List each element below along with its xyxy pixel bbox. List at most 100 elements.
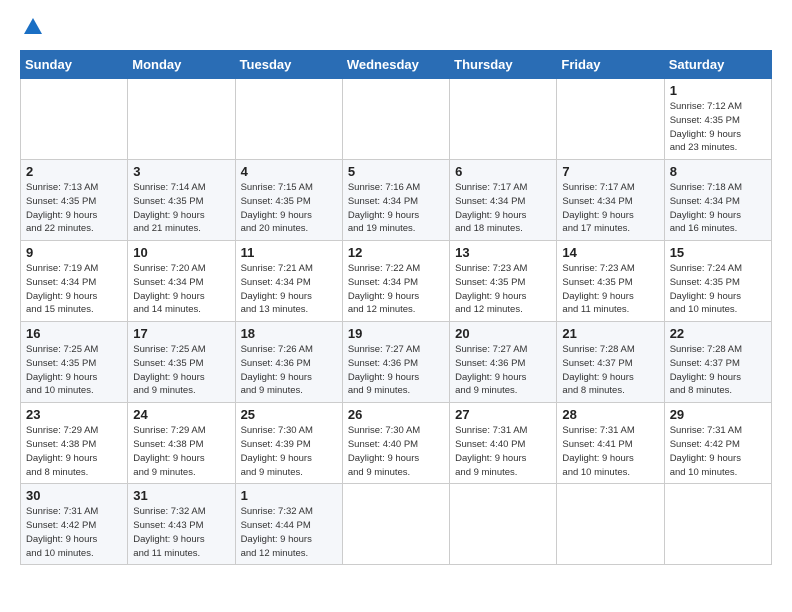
day-number: 2 — [26, 164, 122, 179]
day-number: 15 — [670, 245, 766, 260]
calendar-cell: 19Sunrise: 7:27 AMSunset: 4:36 PMDayligh… — [342, 322, 449, 403]
day-info: Sunrise: 7:16 AMSunset: 4:34 PMDaylight:… — [348, 181, 444, 236]
day-info: Sunrise: 7:30 AMSunset: 4:39 PMDaylight:… — [241, 424, 337, 479]
day-info: Sunrise: 7:29 AMSunset: 4:38 PMDaylight:… — [26, 424, 122, 479]
day-number: 11 — [241, 245, 337, 260]
day-number: 22 — [670, 326, 766, 341]
calendar-cell — [235, 79, 342, 160]
calendar-cell: 13Sunrise: 7:23 AMSunset: 4:35 PMDayligh… — [450, 241, 557, 322]
day-info: Sunrise: 7:17 AMSunset: 4:34 PMDaylight:… — [562, 181, 658, 236]
day-info: Sunrise: 7:22 AMSunset: 4:34 PMDaylight:… — [348, 262, 444, 317]
day-number: 23 — [26, 407, 122, 422]
day-number: 1 — [670, 83, 766, 98]
day-number: 6 — [455, 164, 551, 179]
calendar-cell — [557, 79, 664, 160]
weekday-thursday: Thursday — [450, 51, 557, 79]
calendar-week-5: 30 Sunrise: 7:31 AMSunset: 4:42 PMDayligh… — [21, 484, 772, 565]
day-number: 31 — [133, 488, 229, 503]
calendar-cell: 2 Sunrise: 7:13 AMSunset: 4:35 PMDaylight… — [21, 160, 128, 241]
calendar-cell: 8 Sunrise: 7:18 AMSunset: 4:34 PMDaylight… — [664, 160, 771, 241]
day-number: 9 — [26, 245, 122, 260]
calendar-cell: 6Sunrise: 7:17 AMSunset: 4:34 PMDaylight… — [450, 160, 557, 241]
day-number: 3 — [133, 164, 229, 179]
day-info: Sunrise: 7:32 AMSunset: 4:44 PMDaylight:… — [241, 505, 337, 560]
day-info: Sunrise: 7:13 AMSunset: 4:35 PMDaylight:… — [26, 181, 122, 236]
day-number: 25 — [241, 407, 337, 422]
day-info: Sunrise: 7:27 AMSunset: 4:36 PMDaylight:… — [348, 343, 444, 398]
day-number: 10 — [133, 245, 229, 260]
header — [20, 16, 772, 38]
calendar-cell: 3Sunrise: 7:14 AMSunset: 4:35 PMDaylight… — [128, 160, 235, 241]
calendar-cell: 21Sunrise: 7:28 AMSunset: 4:37 PMDayligh… — [557, 322, 664, 403]
day-number: 18 — [241, 326, 337, 341]
calendar-cell: 1Sunrise: 7:32 AMSunset: 4:44 PMDaylight… — [235, 484, 342, 565]
logo — [20, 16, 44, 38]
day-number: 8 — [670, 164, 766, 179]
day-info: Sunrise: 7:30 AMSunset: 4:40 PMDaylight:… — [348, 424, 444, 479]
day-number: 14 — [562, 245, 658, 260]
calendar-cell — [450, 79, 557, 160]
calendar-cell: 4 Sunrise: 7:15 AMSunset: 4:35 PMDaylight… — [235, 160, 342, 241]
calendar-cell — [128, 79, 235, 160]
day-number: 7 — [562, 164, 658, 179]
day-number: 26 — [348, 407, 444, 422]
calendar-week-2: 9 Sunrise: 7:19 AMSunset: 4:34 PMDaylight… — [21, 241, 772, 322]
page: SundayMondayTuesdayWednesdayThursdayFrid… — [0, 0, 792, 612]
day-info: Sunrise: 7:12 AMSunset: 4:35 PMDaylight:… — [670, 100, 766, 155]
calendar-cell — [450, 484, 557, 565]
calendar: SundayMondayTuesdayWednesdayThursdayFrid… — [20, 50, 772, 565]
day-info: Sunrise: 7:28 AMSunset: 4:37 PMDaylight:… — [670, 343, 766, 398]
calendar-cell: 25 Sunrise: 7:30 AMSunset: 4:39 PMDayligh… — [235, 403, 342, 484]
calendar-cell: 24Sunrise: 7:29 AMSunset: 4:38 PMDayligh… — [128, 403, 235, 484]
weekday-monday: Monday — [128, 51, 235, 79]
calendar-cell: 9 Sunrise: 7:19 AMSunset: 4:34 PMDaylight… — [21, 241, 128, 322]
calendar-cell: 31 Sunrise: 7:32 AMSunset: 4:43 PMDayligh… — [128, 484, 235, 565]
calendar-cell: 16Sunrise: 7:25 AMSunset: 4:35 PMDayligh… — [21, 322, 128, 403]
day-info: Sunrise: 7:29 AMSunset: 4:38 PMDaylight:… — [133, 424, 229, 479]
day-number: 28 — [562, 407, 658, 422]
calendar-cell: 15 Sunrise: 7:24 AMSunset: 4:35 PMDayligh… — [664, 241, 771, 322]
day-info: Sunrise: 7:31 AMSunset: 4:42 PMDaylight:… — [670, 424, 766, 479]
logo-icon — [22, 16, 44, 38]
day-info: Sunrise: 7:31 AMSunset: 4:40 PMDaylight:… — [455, 424, 551, 479]
calendar-cell: 5 Sunrise: 7:16 AMSunset: 4:34 PMDaylight… — [342, 160, 449, 241]
day-number: 29 — [670, 407, 766, 422]
calendar-cell: 29 Sunrise: 7:31 AMSunset: 4:42 PMDayligh… — [664, 403, 771, 484]
calendar-cell: 17Sunrise: 7:25 AMSunset: 4:35 PMDayligh… — [128, 322, 235, 403]
day-info: Sunrise: 7:25 AMSunset: 4:35 PMDaylight:… — [133, 343, 229, 398]
calendar-cell: 10 Sunrise: 7:20 AMSunset: 4:34 PMDayligh… — [128, 241, 235, 322]
calendar-cell: 12Sunrise: 7:22 AMSunset: 4:34 PMDayligh… — [342, 241, 449, 322]
weekday-friday: Friday — [557, 51, 664, 79]
day-info: Sunrise: 7:20 AMSunset: 4:34 PMDaylight:… — [133, 262, 229, 317]
day-info: Sunrise: 7:23 AMSunset: 4:35 PMDaylight:… — [562, 262, 658, 317]
day-info: Sunrise: 7:31 AMSunset: 4:41 PMDaylight:… — [562, 424, 658, 479]
day-number: 27 — [455, 407, 551, 422]
calendar-cell — [342, 79, 449, 160]
day-number: 30 — [26, 488, 122, 503]
day-number: 4 — [241, 164, 337, 179]
calendar-week-0: 1 Sunrise: 7:12 AMSunset: 4:35 PMDaylight… — [21, 79, 772, 160]
calendar-cell: 7 Sunrise: 7:17 AMSunset: 4:34 PMDaylight… — [557, 160, 664, 241]
day-number: 5 — [348, 164, 444, 179]
day-number: 20 — [455, 326, 551, 341]
day-info: Sunrise: 7:32 AMSunset: 4:43 PMDaylight:… — [133, 505, 229, 560]
calendar-cell: 14 Sunrise: 7:23 AMSunset: 4:35 PMDayligh… — [557, 241, 664, 322]
weekday-tuesday: Tuesday — [235, 51, 342, 79]
calendar-week-1: 2 Sunrise: 7:13 AMSunset: 4:35 PMDaylight… — [21, 160, 772, 241]
day-number: 21 — [562, 326, 658, 341]
day-info: Sunrise: 7:18 AMSunset: 4:34 PMDaylight:… — [670, 181, 766, 236]
day-info: Sunrise: 7:15 AMSunset: 4:35 PMDaylight:… — [241, 181, 337, 236]
calendar-cell — [664, 484, 771, 565]
calendar-cell: 23 Sunrise: 7:29 AMSunset: 4:38 PMDayligh… — [21, 403, 128, 484]
weekday-header-row: SundayMondayTuesdayWednesdayThursdayFrid… — [21, 51, 772, 79]
calendar-cell — [21, 79, 128, 160]
calendar-cell: 26 Sunrise: 7:30 AMSunset: 4:40 PMDayligh… — [342, 403, 449, 484]
calendar-cell: 27 Sunrise: 7:31 AMSunset: 4:40 PMDayligh… — [450, 403, 557, 484]
calendar-cell: 28 Sunrise: 7:31 AMSunset: 4:41 PMDayligh… — [557, 403, 664, 484]
day-info: Sunrise: 7:19 AMSunset: 4:34 PMDaylight:… — [26, 262, 122, 317]
day-info: Sunrise: 7:31 AMSunset: 4:42 PMDaylight:… — [26, 505, 122, 560]
day-info: Sunrise: 7:25 AMSunset: 4:35 PMDaylight:… — [26, 343, 122, 398]
calendar-cell: 30 Sunrise: 7:31 AMSunset: 4:42 PMDayligh… — [21, 484, 128, 565]
day-info: Sunrise: 7:21 AMSunset: 4:34 PMDaylight:… — [241, 262, 337, 317]
day-info: Sunrise: 7:24 AMSunset: 4:35 PMDaylight:… — [670, 262, 766, 317]
